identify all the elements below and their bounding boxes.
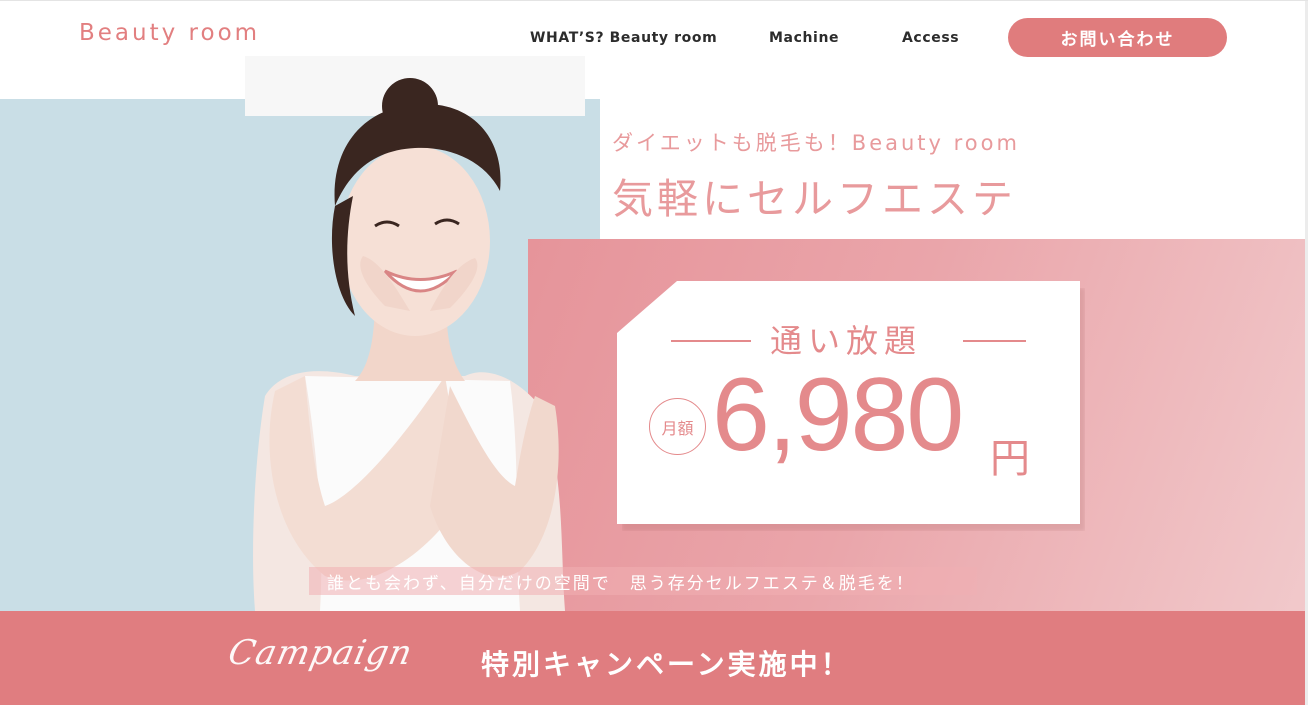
- campaign-script-text: Campaign: [224, 633, 417, 673]
- contact-button[interactable]: お問い合わせ: [1008, 18, 1227, 57]
- nav-item-access[interactable]: Access: [902, 30, 959, 46]
- campaign-text: 特別キャンペーン実施中！: [481, 648, 852, 681]
- nav-item-machine[interactable]: Machine: [769, 30, 839, 46]
- hero-tagline: ダイエットも脱毛も！Beauty room: [612, 131, 1020, 155]
- price-amount: 6,980: [712, 357, 964, 473]
- price-card-divider-left: [671, 340, 751, 342]
- hero-headline: 気軽にセルフエステ: [612, 175, 1017, 223]
- site-logo[interactable]: Beauty room: [79, 20, 260, 46]
- price-unit: 円: [990, 436, 1030, 482]
- price-card-divider-right: [963, 340, 1026, 342]
- nav-item-whats-beauty-room[interactable]: WHAT’S? Beauty room: [530, 30, 717, 46]
- price-card-title: 通い放題: [770, 322, 923, 360]
- smiling-woman-photo: [253, 78, 565, 611]
- landing-page: Beauty room WHAT’S? Beauty room Machine …: [0, 0, 1308, 705]
- monthly-badge: 月額: [649, 398, 706, 455]
- hero-subcopy: 誰とも会わず、自分だけの空間で 思う存分セルフエステ＆脱毛を！: [327, 574, 915, 594]
